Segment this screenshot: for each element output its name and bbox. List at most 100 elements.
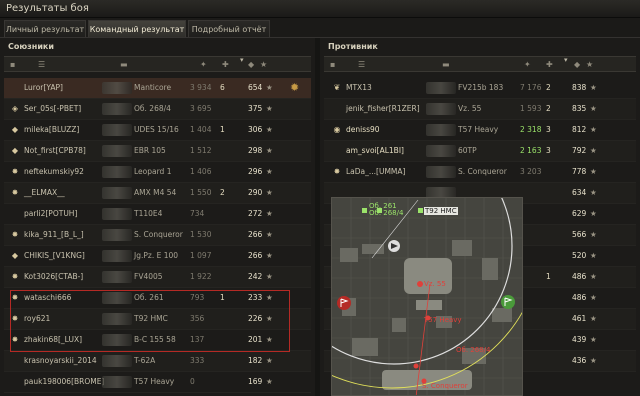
premium-star-icon: ★ bbox=[266, 146, 273, 155]
damage-value: 2 163 bbox=[520, 146, 542, 155]
xp-value: 298 bbox=[248, 146, 263, 155]
xp-value: 654 bbox=[248, 83, 263, 92]
achievement-medal-icon[interactable]: ✹ bbox=[290, 81, 299, 94]
premium-star-icon: ★ bbox=[266, 104, 273, 113]
kills-value: 3 bbox=[546, 146, 551, 155]
xp-value: 838 bbox=[572, 83, 587, 92]
xp-value: 436 bbox=[572, 356, 587, 365]
damage-value: 7 176 bbox=[520, 83, 542, 92]
player-row[interactable]: ◆ CHIKIS_[V1KNG] Jg.Pz. E 100 1 097 266 ★ bbox=[4, 246, 311, 267]
kills-column-icon[interactable]: ✚ bbox=[222, 60, 229, 69]
tab-team-result[interactable]: Командный результат bbox=[88, 20, 186, 37]
xp-value: 296 bbox=[248, 167, 263, 176]
premium-star-icon: ★ bbox=[590, 356, 597, 365]
allies-title: Союзники bbox=[8, 42, 54, 51]
tank-image-icon bbox=[102, 250, 132, 262]
player-name: deniss90 bbox=[346, 125, 380, 134]
player-row[interactable]: ◈ Ser_05s[-PBET] Об. 268/4 3 695 375 ★ bbox=[4, 99, 311, 120]
kills-column-icon[interactable]: ✚ bbox=[546, 60, 553, 69]
tank-image-icon bbox=[102, 103, 132, 115]
wreath-icon: ❦ bbox=[333, 83, 341, 92]
diamond-rank-icon: ◆ bbox=[11, 146, 19, 155]
xp-value: 812 bbox=[572, 125, 587, 134]
star-column-icon[interactable]: ★ bbox=[586, 60, 593, 69]
tank-image-icon bbox=[102, 82, 132, 94]
minimap-label-t92: T92 HMC bbox=[424, 207, 458, 215]
premium-star-icon: ★ bbox=[266, 83, 273, 92]
tank-image-icon bbox=[102, 376, 132, 388]
xp-value: 520 bbox=[572, 251, 587, 260]
tank-image-icon bbox=[102, 208, 132, 220]
damage-value: 3 695 bbox=[190, 104, 212, 113]
minimap[interactable]: Об. 261 Об. 268/4 T92 HMC Vz. 55 T57 Hea… bbox=[331, 197, 523, 396]
minimap-terrain bbox=[332, 198, 522, 395]
damage-column-icon[interactable]: ✦ bbox=[200, 60, 207, 69]
tank-image-icon bbox=[426, 124, 456, 136]
premium-star-icon: ★ bbox=[590, 188, 597, 197]
premium-star-icon: ★ bbox=[266, 188, 273, 197]
player-row[interactable]: ✸ Kot3026[CTAB-] FV4005 1 922 242 ★ bbox=[4, 267, 311, 288]
player-name: CHIKIS_[V1KNG] bbox=[24, 251, 85, 260]
player-column-icon[interactable]: ☰ bbox=[38, 60, 45, 69]
player-row[interactable]: ◉ deniss90 T57 Heavy 2 318 3 812 ★ bbox=[324, 120, 636, 141]
tank-image-icon bbox=[426, 166, 456, 178]
player-column-icon[interactable]: ☰ bbox=[358, 60, 365, 69]
player-row[interactable]: ◆ mileka[BLUZZ] UDES 15/16 1 404 1 306 ★ bbox=[4, 120, 311, 141]
damage-value: 1 922 bbox=[190, 272, 212, 281]
player-name: __ELMAX__ bbox=[24, 188, 65, 197]
platoon-column-icon[interactable]: ▪ bbox=[10, 60, 15, 69]
player-row[interactable]: ✸ kika_911_[B_L_] S. Conqueror 1 530 266 ★ bbox=[4, 225, 311, 246]
tank-name: 60TP bbox=[458, 146, 477, 155]
premium-star-icon: ★ bbox=[590, 125, 597, 134]
premium-star-icon: ★ bbox=[590, 293, 597, 302]
tank-name: T57 Heavy bbox=[134, 377, 175, 386]
tank-name: AMX M4 54 bbox=[134, 188, 177, 197]
tank-column-icon[interactable]: ▬ bbox=[120, 60, 128, 69]
player-row[interactable]: am_svoi[AL1BI] 60TP 2 163 3 792 ★ bbox=[324, 141, 636, 162]
tab-detailed-report[interactable]: Подробный отчёт bbox=[188, 20, 270, 37]
xp-column-icon[interactable]: ◆ bbox=[574, 60, 580, 69]
damage-value: 1 593 bbox=[520, 104, 542, 113]
player-name: LaDa_...[UMMA] bbox=[346, 167, 406, 176]
damage-value: 1 406 bbox=[190, 167, 212, 176]
premium-star-icon: ★ bbox=[266, 125, 273, 134]
tab-personal-result[interactable]: Личный результат bbox=[4, 20, 86, 37]
premium-star-icon: ★ bbox=[590, 83, 597, 92]
xp-value: 835 bbox=[572, 104, 587, 113]
tank-name: Manticore bbox=[134, 83, 172, 92]
player-name: mileka[BLUZZ] bbox=[24, 125, 80, 134]
xp-column-icon[interactable]: ◆ bbox=[248, 60, 254, 69]
premium-star-icon: ★ bbox=[590, 314, 597, 323]
xp-value: 272 bbox=[248, 209, 263, 218]
xp-value: 242 bbox=[248, 272, 263, 281]
tank-name: Об. 268/4 bbox=[134, 104, 171, 113]
premium-star-icon: ★ bbox=[590, 104, 597, 113]
tank-column-icon[interactable]: ▬ bbox=[442, 60, 450, 69]
rank-placeholder-icon bbox=[10, 209, 20, 219]
player-row[interactable]: ✸ LaDa_...[UMMA] S. Conqueror 3 203 778 ★ bbox=[324, 162, 636, 183]
premium-star-icon: ★ bbox=[266, 209, 273, 218]
star-rank-icon: ✸ bbox=[11, 188, 19, 197]
tank-name: UDES 15/16 bbox=[134, 125, 179, 134]
player-name: pauk198006[BROME] bbox=[24, 377, 105, 386]
player-name: MTX13 bbox=[346, 83, 372, 92]
player-row[interactable]: jenik_fisher[R1ZER] Vz. 55 1 593 2 835 ★ bbox=[324, 99, 636, 120]
player-row[interactable]: ✸ neftekumskiy92 Leopard 1 1 406 296 ★ bbox=[4, 162, 311, 183]
damage-column-icon[interactable]: ✦ bbox=[524, 60, 531, 69]
player-row[interactable]: parli2[POTUH] T110E4 734 272 ★ bbox=[4, 204, 311, 225]
player-row[interactable]: ❦ MTX13 FV215b 183 7 176 2 838 ★ bbox=[324, 78, 636, 99]
player-row[interactable]: ◆ Not_first[CPB78] EBR 105 1 512 298 ★ bbox=[4, 141, 311, 162]
player-row[interactable]: pauk198006[BROME] T57 Heavy 0 169 ★ bbox=[4, 372, 311, 393]
star-column-icon[interactable]: ★ bbox=[260, 60, 267, 69]
damage-value: 2 318 bbox=[520, 125, 542, 134]
tank-name: Jg.Pz. E 100 bbox=[134, 251, 179, 260]
rank-icon: ◈ bbox=[11, 104, 19, 113]
player-row[interactable]: Luror[YAP] Manticore 3 934 6 654 ★ ✹ bbox=[4, 78, 311, 99]
tab-bar: Личный результат Командный результат Под… bbox=[0, 18, 640, 38]
minimap-label-vz55: Vz. 55 bbox=[424, 280, 446, 288]
player-row[interactable]: krasnoyarskii_2014 T-62A 333 182 ★ bbox=[4, 351, 311, 372]
player-row[interactable]: ✸ __ELMAX__ AMX M4 54 1 550 2 290 ★ bbox=[4, 183, 311, 204]
tank-name: S. Conqueror bbox=[458, 167, 507, 176]
platoon-column-icon[interactable]: ▪ bbox=[330, 60, 335, 69]
damage-value: 1 512 bbox=[190, 146, 212, 155]
